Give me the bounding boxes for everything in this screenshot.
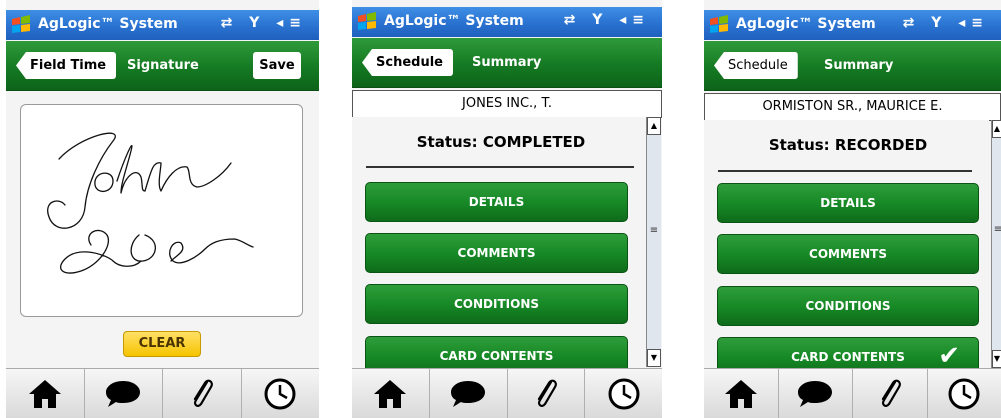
windows-logo-icon[interactable] (10, 13, 32, 37)
scrollbar[interactable]: ▲ ≡ ▼ (646, 117, 661, 367)
home-icon (374, 380, 407, 408)
home-icon (724, 380, 757, 408)
speech-bubble-icon (451, 381, 486, 407)
scrollbar[interactable]: ▲ ≡ ▼ (991, 120, 1001, 368)
paperclip-icon (537, 379, 557, 407)
windows-logo-icon[interactable] (356, 10, 378, 34)
title-bar: AgLogic™ System ⇄ Y ◂≡ (704, 10, 1001, 40)
time-tab[interactable] (928, 369, 1001, 418)
home-tab[interactable] (704, 369, 779, 418)
scroll-down-icon[interactable]: ▼ (647, 349, 661, 367)
attachments-tab[interactable] (853, 369, 928, 418)
home-tab[interactable] (6, 369, 85, 418)
conditions-button[interactable]: CONDITIONS (365, 284, 628, 324)
bottom-toolbar (352, 368, 662, 418)
clock-icon (608, 378, 640, 410)
summary-content: Status: RECORDED DETAILS COMMENTS CONDIT… (704, 120, 989, 377)
save-button[interactable]: Save (253, 52, 301, 79)
schedule-back-button[interactable]: Schedule (714, 52, 798, 79)
customer-name: ORMISTON SR., MAURICE E. (704, 93, 1001, 121)
messages-tab[interactable] (430, 369, 508, 418)
home-tab[interactable] (352, 369, 430, 418)
bottom-toolbar (704, 368, 1001, 418)
status-label: Status: RECORDED (768, 136, 928, 154)
app-title: AgLogic™ System (384, 13, 524, 29)
page-title: Summary (472, 55, 542, 70)
windows-logo-icon[interactable] (708, 13, 730, 37)
summary-content: Status: COMPLETED DETAILS COMMENTS CONDI… (352, 117, 646, 376)
paperclip-icon (881, 379, 901, 407)
status-label: Status: COMPLETED (416, 133, 586, 151)
phone-summary-recorded: AgLogic™ System ⇄ Y ◂≡ Schedule Summary … (704, 0, 1001, 418)
clock-icon (264, 378, 296, 410)
home-icon (28, 380, 61, 408)
comments-button[interactable]: COMMENTS (365, 233, 628, 273)
bottom-toolbar (6, 368, 319, 418)
time-tab[interactable] (585, 369, 662, 418)
speech-bubble-icon (798, 381, 833, 407)
phone-signature-screen: AgLogic™ System ⇄ Y ◂≡ Field Time Signat… (6, 0, 319, 418)
card-contents-label: CARD CONTENTS (791, 350, 905, 364)
header-bar: Schedule Summary (352, 38, 662, 88)
scroll-grip-icon[interactable]: ≡ (648, 225, 660, 236)
comments-button[interactable]: COMMENTS (717, 234, 979, 274)
system-status-icons[interactable]: ⇄ Y ◂≡ (564, 12, 650, 28)
divider (366, 166, 634, 168)
messages-tab[interactable] (85, 369, 163, 418)
details-button[interactable]: DETAILS (365, 182, 628, 222)
divider (718, 170, 972, 172)
conditions-button[interactable]: CONDITIONS (717, 286, 979, 326)
speech-bubble-icon (106, 381, 141, 407)
schedule-back-button[interactable]: Schedule (362, 49, 453, 76)
header-bar: Field Time Signature Save (6, 41, 319, 91)
app-title: AgLogic™ System (736, 16, 876, 32)
scroll-up-icon[interactable]: ▲ (992, 120, 1001, 138)
title-bar: AgLogic™ System ⇄ Y ◂≡ (352, 7, 662, 37)
paperclip-icon (193, 379, 213, 407)
phone-summary-completed: AgLogic™ System ⇄ Y ◂≡ Schedule Summary … (352, 0, 662, 418)
field-time-back-button[interactable]: Field Time (16, 52, 117, 79)
page-title: Signature (127, 58, 199, 73)
clear-button[interactable]: CLEAR (123, 331, 201, 357)
system-status-icons[interactable]: ⇄ Y ◂≡ (221, 15, 307, 31)
signature-drawing (47, 132, 254, 274)
scroll-up-icon[interactable]: ▲ (647, 117, 661, 135)
details-button[interactable]: DETAILS (717, 183, 979, 223)
scroll-grip-icon[interactable]: ≡ (993, 224, 1001, 235)
signature-pad[interactable] (20, 104, 303, 317)
header-bar: Schedule Summary (704, 41, 1001, 91)
title-bar: AgLogic™ System ⇄ Y ◂≡ (6, 10, 319, 40)
scroll-down-icon[interactable]: ▼ (992, 350, 1001, 368)
messages-tab[interactable] (779, 369, 853, 418)
attachments-tab[interactable] (163, 369, 242, 418)
system-status-icons[interactable]: ⇄ Y ◂≡ (903, 15, 989, 31)
time-tab[interactable] (242, 369, 320, 418)
customer-name: JONES INC., T. (352, 90, 662, 118)
page-title: Summary (824, 58, 894, 73)
clock-icon (948, 378, 980, 410)
app-title: AgLogic™ System (38, 16, 178, 32)
attachments-tab[interactable] (508, 369, 586, 418)
